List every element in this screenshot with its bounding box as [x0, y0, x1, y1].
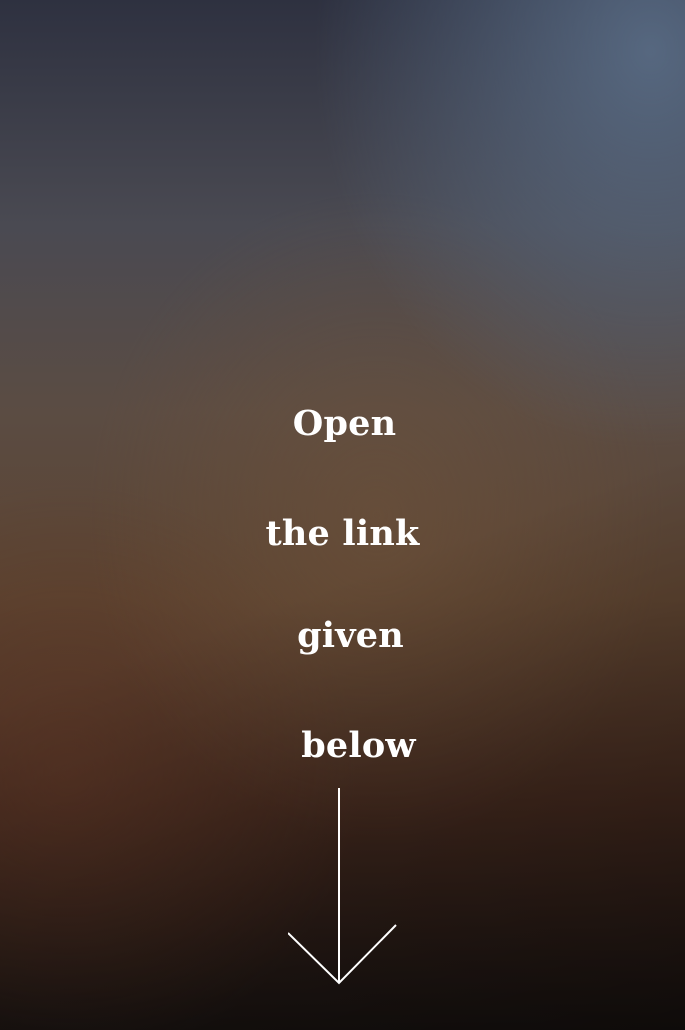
message-line-open: Open	[292, 403, 397, 444]
message-line-below: below	[301, 725, 416, 766]
arrow-down-icon	[288, 788, 397, 985]
message-line-the-link: the link	[265, 513, 420, 554]
message-line-given: given	[297, 615, 404, 656]
